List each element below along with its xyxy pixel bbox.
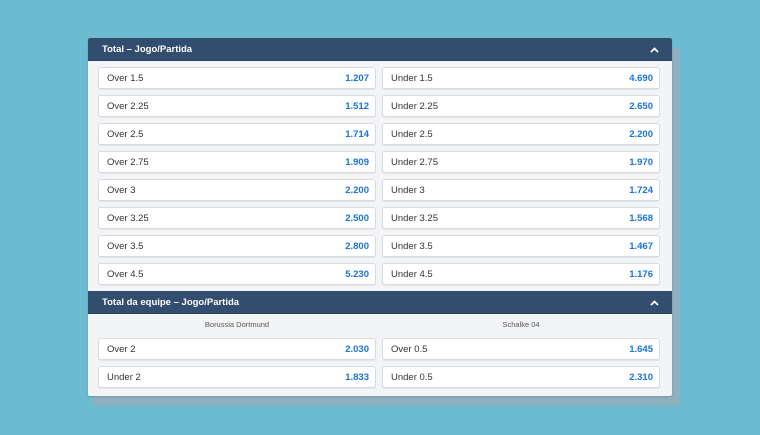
odds-button[interactable]: Under 1.5 4.690 — [382, 67, 660, 89]
betting-markets-panel: Total – Jogo/Partida Over 1.5 1.207 Under… — [88, 38, 672, 396]
odds-button[interactable]: Over 3.5 2.800 — [98, 235, 376, 257]
section-title: Total da equipe – Jogo/Partida — [102, 296, 240, 308]
total-market-grid: Over 1.5 1.207 Under 1.5 4.690 Over 2.25 1.… — [88, 61, 672, 291]
odds-button[interactable]: Over 0.5 1.645 — [382, 338, 660, 360]
odds-value: 1.207 — [345, 72, 369, 84]
section-header-team-total[interactable]: Total da equipe – Jogo/Partida — [88, 291, 672, 314]
odds-value: 2.200 — [345, 184, 369, 196]
selection-label: Over 3.5 — [107, 240, 144, 252]
odds-value: 1.970 — [629, 156, 653, 168]
odds-button[interactable]: Over 2.5 1.714 — [98, 123, 376, 145]
selection-label: Over 2.75 — [107, 156, 149, 168]
odds-value: 1.568 — [629, 212, 653, 224]
odds-button[interactable]: Under 4.5 1.176 — [382, 263, 660, 285]
odds-value: 1.512 — [345, 100, 369, 112]
odds-value: 1.909 — [345, 156, 369, 168]
selection-label: Under 2 — [107, 371, 141, 383]
selection-label: Under 3 — [391, 184, 425, 196]
selection-label: Under 2.5 — [391, 128, 433, 140]
odds-button[interactable]: Over 3.25 2.500 — [98, 207, 376, 229]
selection-label: Over 1.5 — [107, 72, 144, 84]
selection-label: Over 3 — [107, 184, 136, 196]
team-name-home: Borussia Dortmund — [204, 320, 270, 329]
selection-label: Over 2.5 — [107, 128, 144, 140]
odds-value: 2.650 — [629, 100, 653, 112]
team-name-away: Schalke 04 — [502, 320, 540, 329]
odds-value: 1.833 — [345, 371, 369, 383]
odds-value: 2.030 — [345, 343, 369, 355]
odds-button[interactable]: Under 3.25 1.568 — [382, 207, 660, 229]
odds-value: 2.310 — [629, 371, 653, 383]
selection-label: Under 1.5 — [391, 72, 433, 84]
odds-value: 1.724 — [629, 184, 653, 196]
odds-button[interactable]: Under 2.25 2.650 — [382, 95, 660, 117]
odds-button[interactable]: Over 1.5 1.207 — [98, 67, 376, 89]
odds-button[interactable]: Under 2.75 1.970 — [382, 151, 660, 173]
odds-value: 2.200 — [629, 128, 653, 140]
section-title: Total – Jogo/Partida — [102, 43, 193, 55]
odds-button[interactable]: Under 3.5 1.467 — [382, 235, 660, 257]
odds-value: 1.467 — [629, 240, 653, 252]
selection-label: Over 2 — [107, 343, 136, 355]
selection-label: Over 0.5 — [391, 343, 428, 355]
selection-label: Under 4.5 — [391, 268, 433, 280]
team-names-row: Borussia Dortmund Schalke 04 — [88, 314, 672, 334]
selection-label: Under 3.25 — [391, 212, 439, 224]
odds-button[interactable]: Over 2.75 1.909 — [98, 151, 376, 173]
section-header-total[interactable]: Total – Jogo/Partida — [88, 38, 672, 61]
chevron-up-icon[interactable] — [650, 47, 659, 55]
selection-label: Over 3.25 — [107, 212, 149, 224]
odds-button[interactable]: Under 2.5 2.200 — [382, 123, 660, 145]
odds-button[interactable]: Under 2 1.833 — [98, 366, 376, 388]
selection-label: Under 2.25 — [391, 100, 439, 112]
odds-value: 1.645 — [629, 343, 653, 355]
odds-value: 1.714 — [345, 128, 369, 140]
selection-label: Under 3.5 — [391, 240, 433, 252]
odds-value: 4.690 — [629, 72, 653, 84]
odds-button[interactable]: Under 0.5 2.310 — [382, 366, 660, 388]
chevron-up-icon[interactable] — [650, 300, 659, 308]
selection-label: Under 0.5 — [391, 371, 433, 383]
odds-value: 1.176 — [629, 268, 653, 280]
team-total-market-grid: Over 2 2.030 Over 0.5 1.645 Under 2 1.833 U… — [88, 334, 672, 394]
odds-value: 2.800 — [345, 240, 369, 252]
odds-value: 5.230 — [345, 268, 369, 280]
odds-button[interactable]: Over 2.25 1.512 — [98, 95, 376, 117]
odds-button[interactable]: Under 3 1.724 — [382, 179, 660, 201]
odds-button[interactable]: Over 2 2.030 — [98, 338, 376, 360]
selection-label: Under 2.75 — [391, 156, 439, 168]
selection-label: Over 2.25 — [107, 100, 149, 112]
odds-button[interactable]: Over 4.5 5.230 — [98, 263, 376, 285]
odds-button[interactable]: Over 3 2.200 — [98, 179, 376, 201]
selection-label: Over 4.5 — [107, 268, 144, 280]
odds-value: 2.500 — [345, 212, 369, 224]
